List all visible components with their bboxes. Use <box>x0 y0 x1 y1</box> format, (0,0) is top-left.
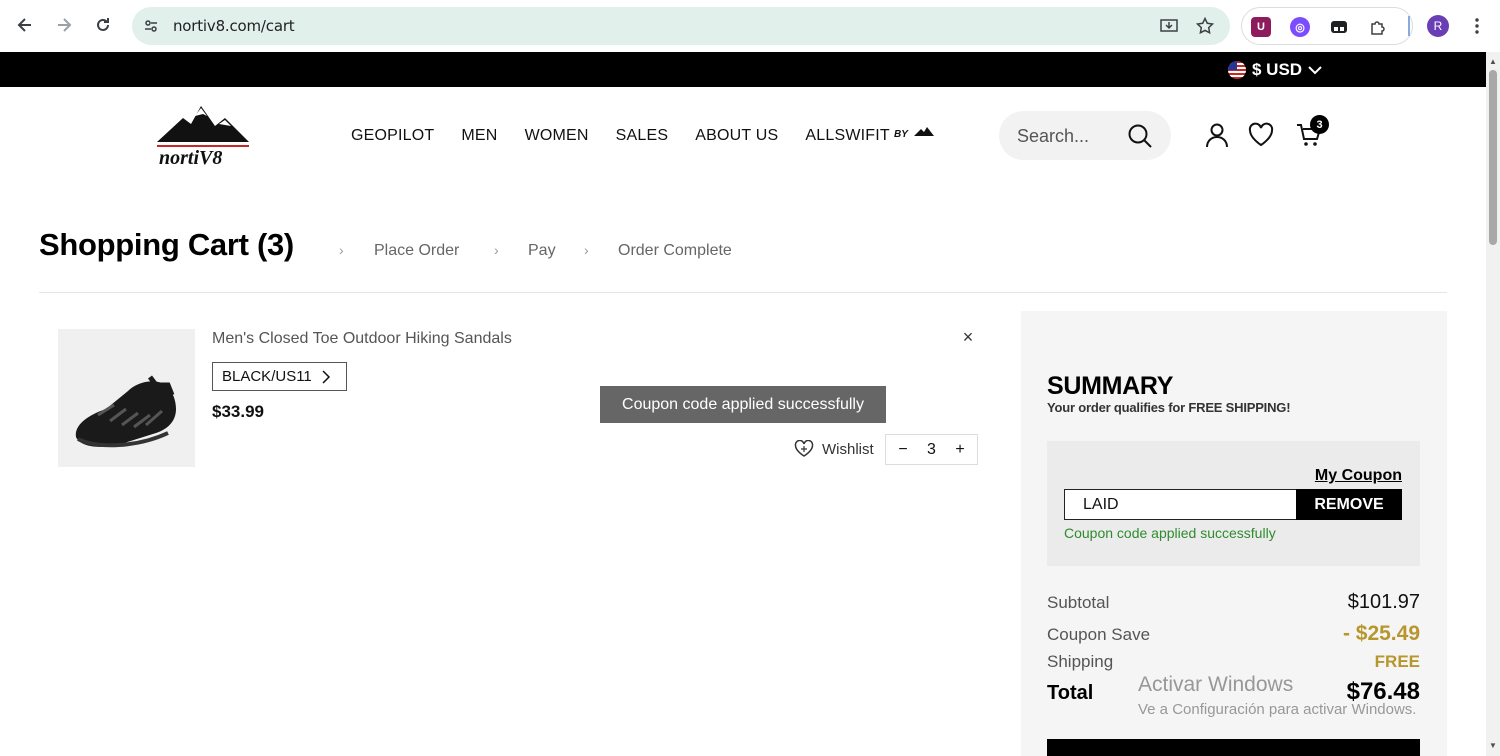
watermark-line2: Ve a Configuración para activar Windows. <box>1138 701 1417 718</box>
checkout-steps: Shopping Cart (3) › Place Order › Pay › … <box>39 225 1447 293</box>
variant-label: BLACK/US11 <box>222 368 312 385</box>
search-icon[interactable] <box>1127 123 1153 149</box>
nav-allswifit[interactable]: ALLSWIFIT <box>805 127 889 145</box>
reload-icon[interactable] <box>91 13 115 37</box>
coupon-code-input[interactable]: LAID <box>1064 489 1297 520</box>
page-title: Shopping Cart (3) <box>39 227 294 262</box>
account-icon[interactable] <box>1204 122 1230 148</box>
step-pay: Pay <box>528 242 556 259</box>
nav-about-us[interactable]: ABOUT US <box>695 127 778 145</box>
coupon-save-label: Coupon Save <box>1047 625 1151 644</box>
coupon-panel: My Coupon LAID REMOVE Coupon code applie… <box>1047 441 1420 566</box>
product-image[interactable] <box>58 329 195 467</box>
toolbar-divider <box>1408 16 1410 36</box>
site-info-icon[interactable] <box>141 16 161 36</box>
step-order-complete: Order Complete <box>618 242 732 259</box>
chevron-right-icon: › <box>339 242 344 258</box>
remove-coupon-button[interactable]: REMOVE <box>1296 489 1402 520</box>
total-label: Total <box>1047 682 1094 704</box>
svg-text:nortiV8: nortiV8 <box>159 147 222 169</box>
product-price: $33.99 <box>212 402 264 421</box>
product-name[interactable]: Men's Closed Toe Outdoor Hiking Sandals <box>212 330 512 348</box>
chevron-down-icon <box>1308 66 1322 75</box>
us-flag-icon <box>1228 61 1246 79</box>
scrollbar-thumb[interactable] <box>1489 70 1497 245</box>
bookmark-star-icon[interactable] <box>1195 16 1215 36</box>
wishlist-heart-icon[interactable] <box>1248 122 1274 148</box>
ublock-extension-icon[interactable]: U <box>1251 17 1271 37</box>
nav-women[interactable]: WOMEN <box>525 127 589 145</box>
address-bar[interactable]: nortiv8.com/cart <box>132 7 1230 45</box>
coupon-save-value: - $25.49 <box>1342 622 1420 645</box>
chevron-right-icon <box>322 369 330 384</box>
site-logo[interactable]: nortiV8 <box>155 104 251 170</box>
main-nav: GEOPILOT MEN WOMEN SALES ABOUT US ALLSWI… <box>351 127 917 145</box>
extension-icon[interactable]: ◎ <box>1290 17 1310 37</box>
shipping-label: Shipping <box>1047 652 1114 671</box>
extensions-group: U ◎ <box>1241 7 1413 45</box>
extensions-icon[interactable] <box>1368 17 1388 37</box>
nav-geopilot[interactable]: GEOPILOT <box>351 127 434 145</box>
page: $ USD nortiV8 GEOPILOT MEN WOMEN SALES A… <box>0 52 1486 756</box>
currency-selector[interactable]: $ USD <box>1228 60 1322 80</box>
quantity-stepper: − 3 + <box>885 434 978 465</box>
step-place-order: Place Order <box>374 242 460 259</box>
nav-men[interactable]: MEN <box>461 127 497 145</box>
url-text: nortiv8.com/cart <box>173 17 295 35</box>
nav-sales[interactable]: SALES <box>616 127 669 145</box>
currency-label: $ USD <box>1252 60 1303 79</box>
subtotal-row: Subtotal $101.97 <box>1047 591 1420 614</box>
watermark-line1: Activar Windows <box>1138 673 1294 696</box>
summary-title: SUMMARY <box>1047 372 1174 400</box>
remove-item-button[interactable]: × <box>960 328 976 346</box>
add-to-wishlist-button[interactable]: Wishlist <box>794 440 874 458</box>
forward-icon[interactable] <box>52 13 76 37</box>
extension-icon[interactable] <box>1329 17 1349 37</box>
install-icon[interactable] <box>1159 16 1179 36</box>
search-placeholder: Search... <box>1017 126 1090 146</box>
increase-quantity-button[interactable]: + <box>952 441 968 459</box>
top-bar: $ USD <box>0 52 1486 87</box>
shipping-value: FREE <box>1374 652 1420 671</box>
browser-toolbar: nortiv8.com/cart U ◎ R <box>0 0 1500 52</box>
nav-by-label: BY <box>894 129 908 140</box>
heart-plus-icon <box>794 440 814 457</box>
scroll-up-icon[interactable]: ▲ <box>1489 58 1497 66</box>
chevron-right-icon: › <box>494 242 499 258</box>
scroll-down-icon[interactable]: ▼ <box>1489 742 1497 750</box>
site-header: nortiV8 GEOPILOT MEN WOMEN SALES ABOUT U… <box>0 87 1486 187</box>
menu-icon[interactable] <box>1465 14 1489 38</box>
windows-activation-watermark: Activar Windows Ve a Configuración para … <box>1138 673 1416 718</box>
coupon-save-row: Coupon Save - $25.49 <box>1047 622 1420 646</box>
page-scrollbar[interactable]: ▲ ▼ <box>1486 52 1500 756</box>
shipping-row: Shipping FREE <box>1047 652 1420 672</box>
cart-count-badge: 3 <box>1310 115 1329 134</box>
free-shipping-note: Your order qualifies for FREE SHIPPING! <box>1047 400 1291 415</box>
chevron-right-icon: › <box>584 242 589 258</box>
toast-message: Coupon code applied successfully <box>600 386 886 423</box>
subtotal-label: Subtotal <box>1047 593 1110 612</box>
checkout-button[interactable] <box>1047 739 1420 756</box>
coupon-success-message: Coupon code applied successfully <box>1064 525 1276 541</box>
subtotal-value: $101.97 <box>1347 591 1420 613</box>
wishlist-label: Wishlist <box>822 440 874 458</box>
nortiv8-mini-logo-icon <box>914 127 934 136</box>
variant-selector[interactable]: BLACK/US11 <box>212 362 347 391</box>
profile-avatar[interactable]: R <box>1427 15 1449 37</box>
my-coupon-link[interactable]: My Coupon <box>1315 467 1402 485</box>
decrease-quantity-button[interactable]: − <box>895 441 911 459</box>
back-icon[interactable] <box>13 13 37 37</box>
quantity-value[interactable]: 3 <box>924 441 940 459</box>
search-box[interactable]: Search... <box>999 111 1171 160</box>
